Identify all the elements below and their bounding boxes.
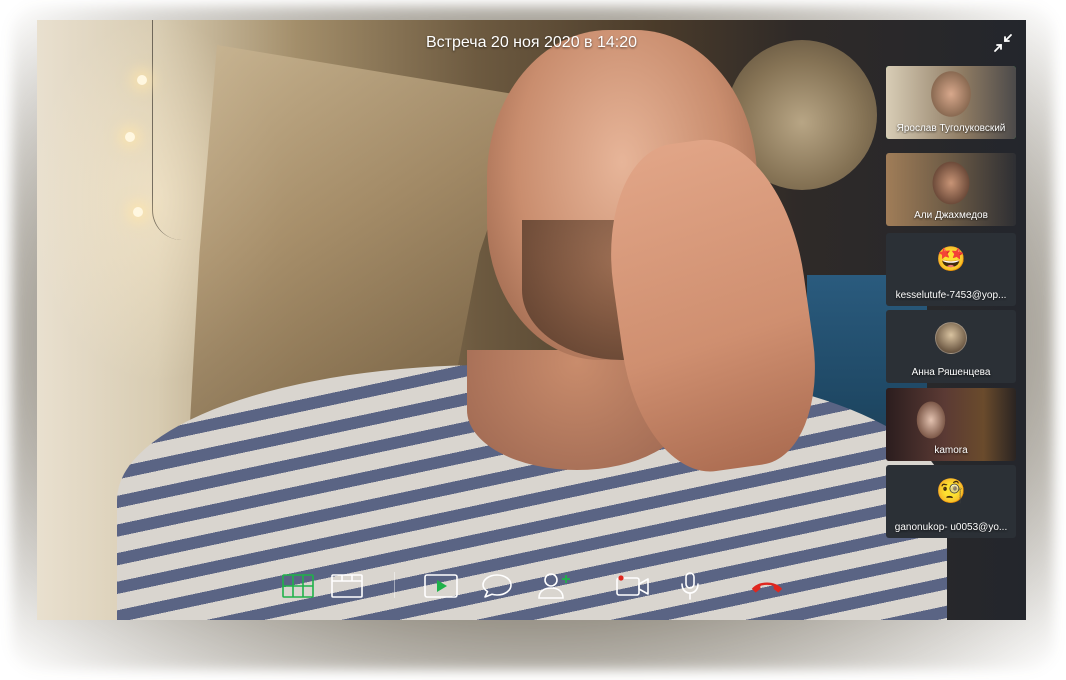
participant-name: kesselutufe-7453@yop... xyxy=(895,290,1007,301)
participant-name: Анна Ряшенцева xyxy=(911,367,991,378)
participant-tile[interactable]: Ярослав Туголуковский xyxy=(886,66,1016,139)
participant-tile[interactable]: kamora xyxy=(886,388,1016,461)
grid-view-icon xyxy=(282,574,314,598)
meeting-title: Встреча 20 ноя 2020 в 14:20 xyxy=(425,34,638,51)
participant-tile[interactable]: 🧐 ganonukop- u0053@yo... xyxy=(886,465,1016,538)
chat-bubble-icon xyxy=(482,574,512,598)
collapse-arrows-icon xyxy=(994,34,1012,52)
add-participant-icon xyxy=(538,573,570,599)
hang-up-button[interactable] xyxy=(749,570,785,602)
screen-share-button[interactable] xyxy=(423,570,459,602)
camera-button[interactable] xyxy=(615,570,651,602)
microphone-icon xyxy=(681,572,699,600)
participant-tile[interactable]: Али Джахмедов xyxy=(886,153,1016,226)
star-struck-emoji-icon: 🤩 xyxy=(936,246,966,273)
screen-share-play-icon xyxy=(424,574,458,598)
participant-name: kamora xyxy=(934,445,968,456)
participant-name: Али Джахмедов xyxy=(914,210,988,221)
add-participant-button[interactable] xyxy=(537,570,573,602)
speaker-view-icon xyxy=(331,574,363,598)
collapse-button[interactable] xyxy=(992,32,1014,54)
video-call-window: Встреча 20 ноя 2020 в 14:20 Ярослав Туго… xyxy=(37,20,1026,620)
grid-view-button[interactable] xyxy=(280,570,316,602)
participant-name: ganonukop- u0053@yo... xyxy=(894,522,1008,533)
speaker-view-button[interactable] xyxy=(329,570,365,602)
participant-tile[interactable]: Анна Ряшенцева xyxy=(886,310,1016,383)
microphone-button[interactable] xyxy=(672,570,708,602)
avatar xyxy=(935,322,967,354)
call-toolbar xyxy=(37,550,1026,620)
camera-icon xyxy=(616,575,649,596)
main-video-feed xyxy=(37,20,1026,620)
toolbar-divider xyxy=(394,572,395,598)
participant-tile[interactable]: 🤩 kesselutufe-7453@yop... xyxy=(886,233,1016,306)
hang-up-icon xyxy=(751,582,783,593)
chat-button[interactable] xyxy=(479,570,515,602)
participant-name: Ярослав Туголуковский xyxy=(896,123,1006,134)
monocle-face-emoji-icon: 🧐 xyxy=(936,478,966,505)
